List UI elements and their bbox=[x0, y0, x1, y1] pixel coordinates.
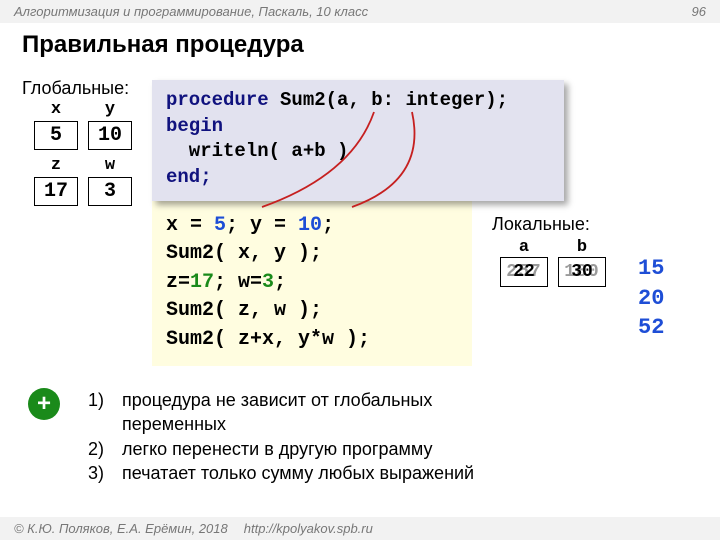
global-w: w3 bbox=[88, 156, 132, 206]
kw-procedure: procedure bbox=[166, 89, 269, 111]
output-values: 15 20 52 bbox=[638, 254, 664, 343]
local-a: a 257 22 bbox=[500, 238, 548, 287]
code-panel: x = 5; y = 10; Sum2( x, y ); z=17; w=3; … bbox=[152, 192, 472, 366]
copyright: © К.Ю. Поляков, Е.А. Ерёмин, 2018 bbox=[14, 521, 228, 536]
page-title: Правильная процедура bbox=[0, 23, 720, 69]
global-x: x5 bbox=[34, 100, 78, 150]
advantages-list: 1)процедура не зависит от глобальных пер… bbox=[74, 388, 474, 485]
header-bar: Алгоритмизация и программирование, Паска… bbox=[0, 0, 720, 23]
local-b: b 180 30 bbox=[558, 238, 606, 287]
kw-end: end; bbox=[166, 165, 550, 191]
footer-url: http://kpolyakov.spb.ru bbox=[244, 521, 373, 536]
proc-sig: Sum2(a, b: integer); bbox=[269, 89, 508, 111]
global-z: z17 bbox=[34, 156, 78, 206]
proc-body: writeln( a+b ) bbox=[166, 139, 550, 165]
footer-bar: © К.Ю. Поляков, Е.А. Ерёмин, 2018 http:/… bbox=[0, 517, 720, 540]
global-y: y10 bbox=[88, 100, 132, 150]
course-label: Алгоритмизация и программирование, Паска… bbox=[14, 4, 368, 19]
kw-begin: begin bbox=[166, 114, 550, 140]
locals-label: Локальные: bbox=[492, 214, 590, 235]
slide-number: 96 bbox=[692, 4, 706, 19]
procedure-panel: procedure Sum2(a, b: integer); begin wri… bbox=[152, 80, 564, 201]
plus-icon: + bbox=[28, 388, 60, 420]
globals-label: Глобальные: bbox=[22, 78, 129, 99]
